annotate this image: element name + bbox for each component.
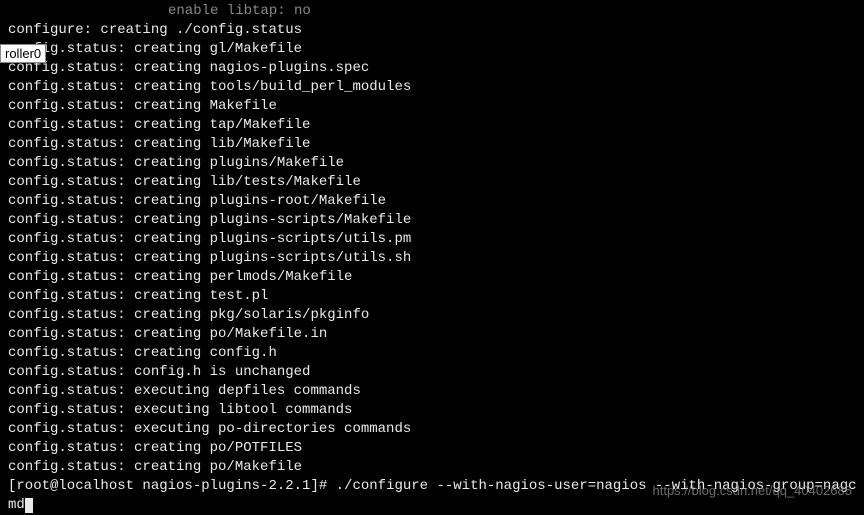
tooltip: roller0 — [0, 44, 46, 63]
terminal-output-line: config.status: creating test.pl — [8, 287, 864, 306]
terminal-output-line: config.status: creating plugins-scripts/… — [8, 211, 864, 230]
terminal-output-line: config.status: creating config.h — [8, 344, 864, 363]
terminal-partial-line: enable libtap: no — [8, 2, 864, 21]
terminal-output-line: configure: creating ./config.status — [8, 21, 864, 40]
cursor-icon — [25, 498, 33, 513]
shell-prompt: [root@localhost nagios-plugins-2.2.1]# — [8, 478, 336, 494]
terminal-output-line: config.status: executing po-directories … — [8, 420, 864, 439]
terminal-output-line: config.status: creating po/Makefile.in — [8, 325, 864, 344]
terminal-output-line: config.status: creating pkg/solaris/pkgi… — [8, 306, 864, 325]
watermark-text: https://blog.csdn.net/qq_40402685 — [653, 483, 853, 498]
terminal-output-line: config.status: executing depfiles comman… — [8, 382, 864, 401]
terminal-output-line: config.status: creating lib/tests/Makefi… — [8, 173, 864, 192]
terminal-output-line: config.status: creating tools/build_perl… — [8, 78, 864, 97]
terminal-output-line: config.status: creating nagios-plugins.s… — [8, 59, 864, 78]
terminal-output-line: config.status: creating plugins-scripts/… — [8, 249, 864, 268]
terminal-output-line: config.status: creating plugins-scripts/… — [8, 230, 864, 249]
terminal-output-line: config.status: creating plugins-root/Mak… — [8, 192, 864, 211]
terminal-output-line: config.status: creating perlmods/Makefil… — [8, 268, 864, 287]
terminal-output-line: config.status: creating Makefile — [8, 97, 864, 116]
terminal-output-line: config.status: creating po/Makefile — [8, 458, 864, 477]
terminal-output-line: config.status: creating lib/Makefile — [8, 135, 864, 154]
terminal-output-line: config.status: creating gl/Makefile — [8, 40, 864, 59]
terminal-output-line: config.status: config.h is unchanged — [8, 363, 864, 382]
terminal-output-line: config.status: creating plugins/Makefile — [8, 154, 864, 173]
terminal-output-line: config.status: creating tap/Makefile — [8, 116, 864, 135]
terminal-output-line: config.status: creating po/POTFILES — [8, 439, 864, 458]
terminal-output-line: config.status: executing libtool command… — [8, 401, 864, 420]
